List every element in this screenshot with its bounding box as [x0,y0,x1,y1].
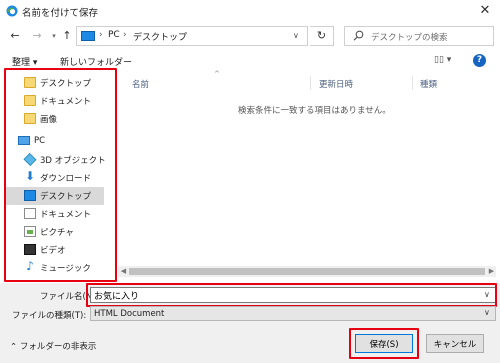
scroll-left-arrow-icon[interactable]: ◀ [118,266,129,277]
search-box[interactable]: デスクトップの検索 [344,26,494,46]
folder-icon [24,95,36,106]
column-header-type[interactable]: 種類 [420,78,437,90]
horizontal-scrollbar-thumb[interactable] [129,268,485,275]
breadcrumb-separator: › [99,30,103,40]
search-input[interactable]: デスクトップの検索 [371,31,448,43]
nav-item-label: ビデオ [40,246,66,256]
recent-locations-chevron-icon[interactable]: ▾ [47,29,61,43]
title-bar: 名前を付けて保存 ✕ [0,0,500,22]
empty-results-message: 検索条件に一致する項目はありません。 [238,106,391,116]
nav-item-label: デスクトップ [40,192,92,202]
save-button[interactable]: 保存(S) [355,334,413,353]
nav-item-quick-desktop[interactable]: デスクトップ [4,74,104,92]
navigation-pane: デスクトップ ドキュメント 画像 PC 3D オブジェクト ⬇ ダウンロード デ… [4,72,114,282]
column-header-date-modified[interactable]: 更新日時 [319,78,353,90]
up-arrow-icon[interactable]: ↑ [60,29,74,43]
breadcrumb-pc[interactable]: PC [108,30,120,40]
organize-button[interactable]: 整理 ▾ [12,55,37,68]
sort-ascending-icon: ^ [214,70,220,78]
filetype-chevron-down-icon[interactable]: ∨ [484,308,490,317]
window-title: 名前を付けて保存 [22,8,99,19]
back-arrow-icon[interactable]: ← [8,29,22,43]
filename-chevron-down-icon[interactable]: ∨ [484,290,490,299]
search-icon [353,30,364,41]
hide-folders-toggle[interactable]: ⌃ フォルダーの非表示 [10,340,96,352]
cancel-button[interactable]: キャンセル [426,334,484,353]
nav-item-videos[interactable]: ビデオ [4,241,104,259]
address-bar[interactable]: › PC › デスクトップ ∨ [76,26,308,46]
breadcrumb-separator: › [123,30,127,40]
desktop-icon [81,31,95,41]
filetype-label: ファイルの種類(T): [12,311,87,321]
scroll-right-arrow-icon[interactable]: ▶ [486,266,497,277]
nav-item-desktop[interactable]: デスクトップ [4,187,104,205]
folder-icon [24,77,36,88]
nav-item-quick-pictures[interactable]: 画像 [4,110,104,128]
nav-item-label: ピクチャ [40,228,74,238]
column-header-name[interactable]: 名前 [132,78,149,90]
nav-item-3d-objects[interactable]: 3D オブジェクト [4,151,106,169]
document-icon [24,208,36,219]
folder-icon [24,113,36,124]
nav-item-label: ドキュメント [40,97,92,107]
nav-item-pictures[interactable]: ピクチャ [4,223,104,241]
nav-item-label: 3D オブジェクト [40,156,106,166]
nav-item-label: 画像 [40,115,58,125]
nav-item-downloads[interactable]: ⬇ ダウンロード [4,169,104,187]
nav-item-label: ドキュメント [40,210,92,220]
desktop-icon [24,190,36,201]
refresh-button[interactable]: ↻ [310,26,334,46]
edge-browser-icon [6,5,18,17]
nav-item-pc[interactable]: PC [4,133,104,151]
music-icon: ♪ [26,259,34,273]
address-chevron-down-icon[interactable]: ∨ [293,31,299,40]
view-options-icon[interactable]: ▯▯ ▾ [434,55,451,65]
nav-item-label: PC [34,136,46,146]
3d-objects-icon [23,152,37,167]
command-bar: 整理 ▾ 新しいフォルダー ▯▯ ▾ ? [0,52,500,70]
column-divider[interactable] [412,76,413,90]
filename-input[interactable] [90,287,496,303]
pictures-icon [24,226,36,237]
download-icon: ⬇ [24,169,36,183]
nav-item-documents[interactable]: ドキュメント [4,205,104,223]
video-icon [24,244,36,255]
close-window-button[interactable]: ✕ [476,3,494,19]
help-icon[interactable]: ? [473,54,486,67]
forward-arrow-icon[interactable]: → [30,29,44,43]
computer-icon [18,136,30,145]
nav-item-label: デスクトップ [40,79,92,89]
new-folder-button[interactable]: 新しいフォルダー [60,55,132,68]
column-divider[interactable] [310,76,311,90]
nav-item-quick-documents[interactable]: ドキュメント [4,92,104,110]
hide-folders-label: フォルダーの非表示 [19,342,97,352]
nav-item-label: ミュージック [40,264,91,274]
nav-item-music[interactable]: ♪ ミュージック [4,259,104,277]
breadcrumb-desktop[interactable]: デスクトップ [133,30,187,43]
nav-item-label: ダウンロード [40,174,92,184]
filetype-select[interactable]: HTML Document [90,306,496,321]
